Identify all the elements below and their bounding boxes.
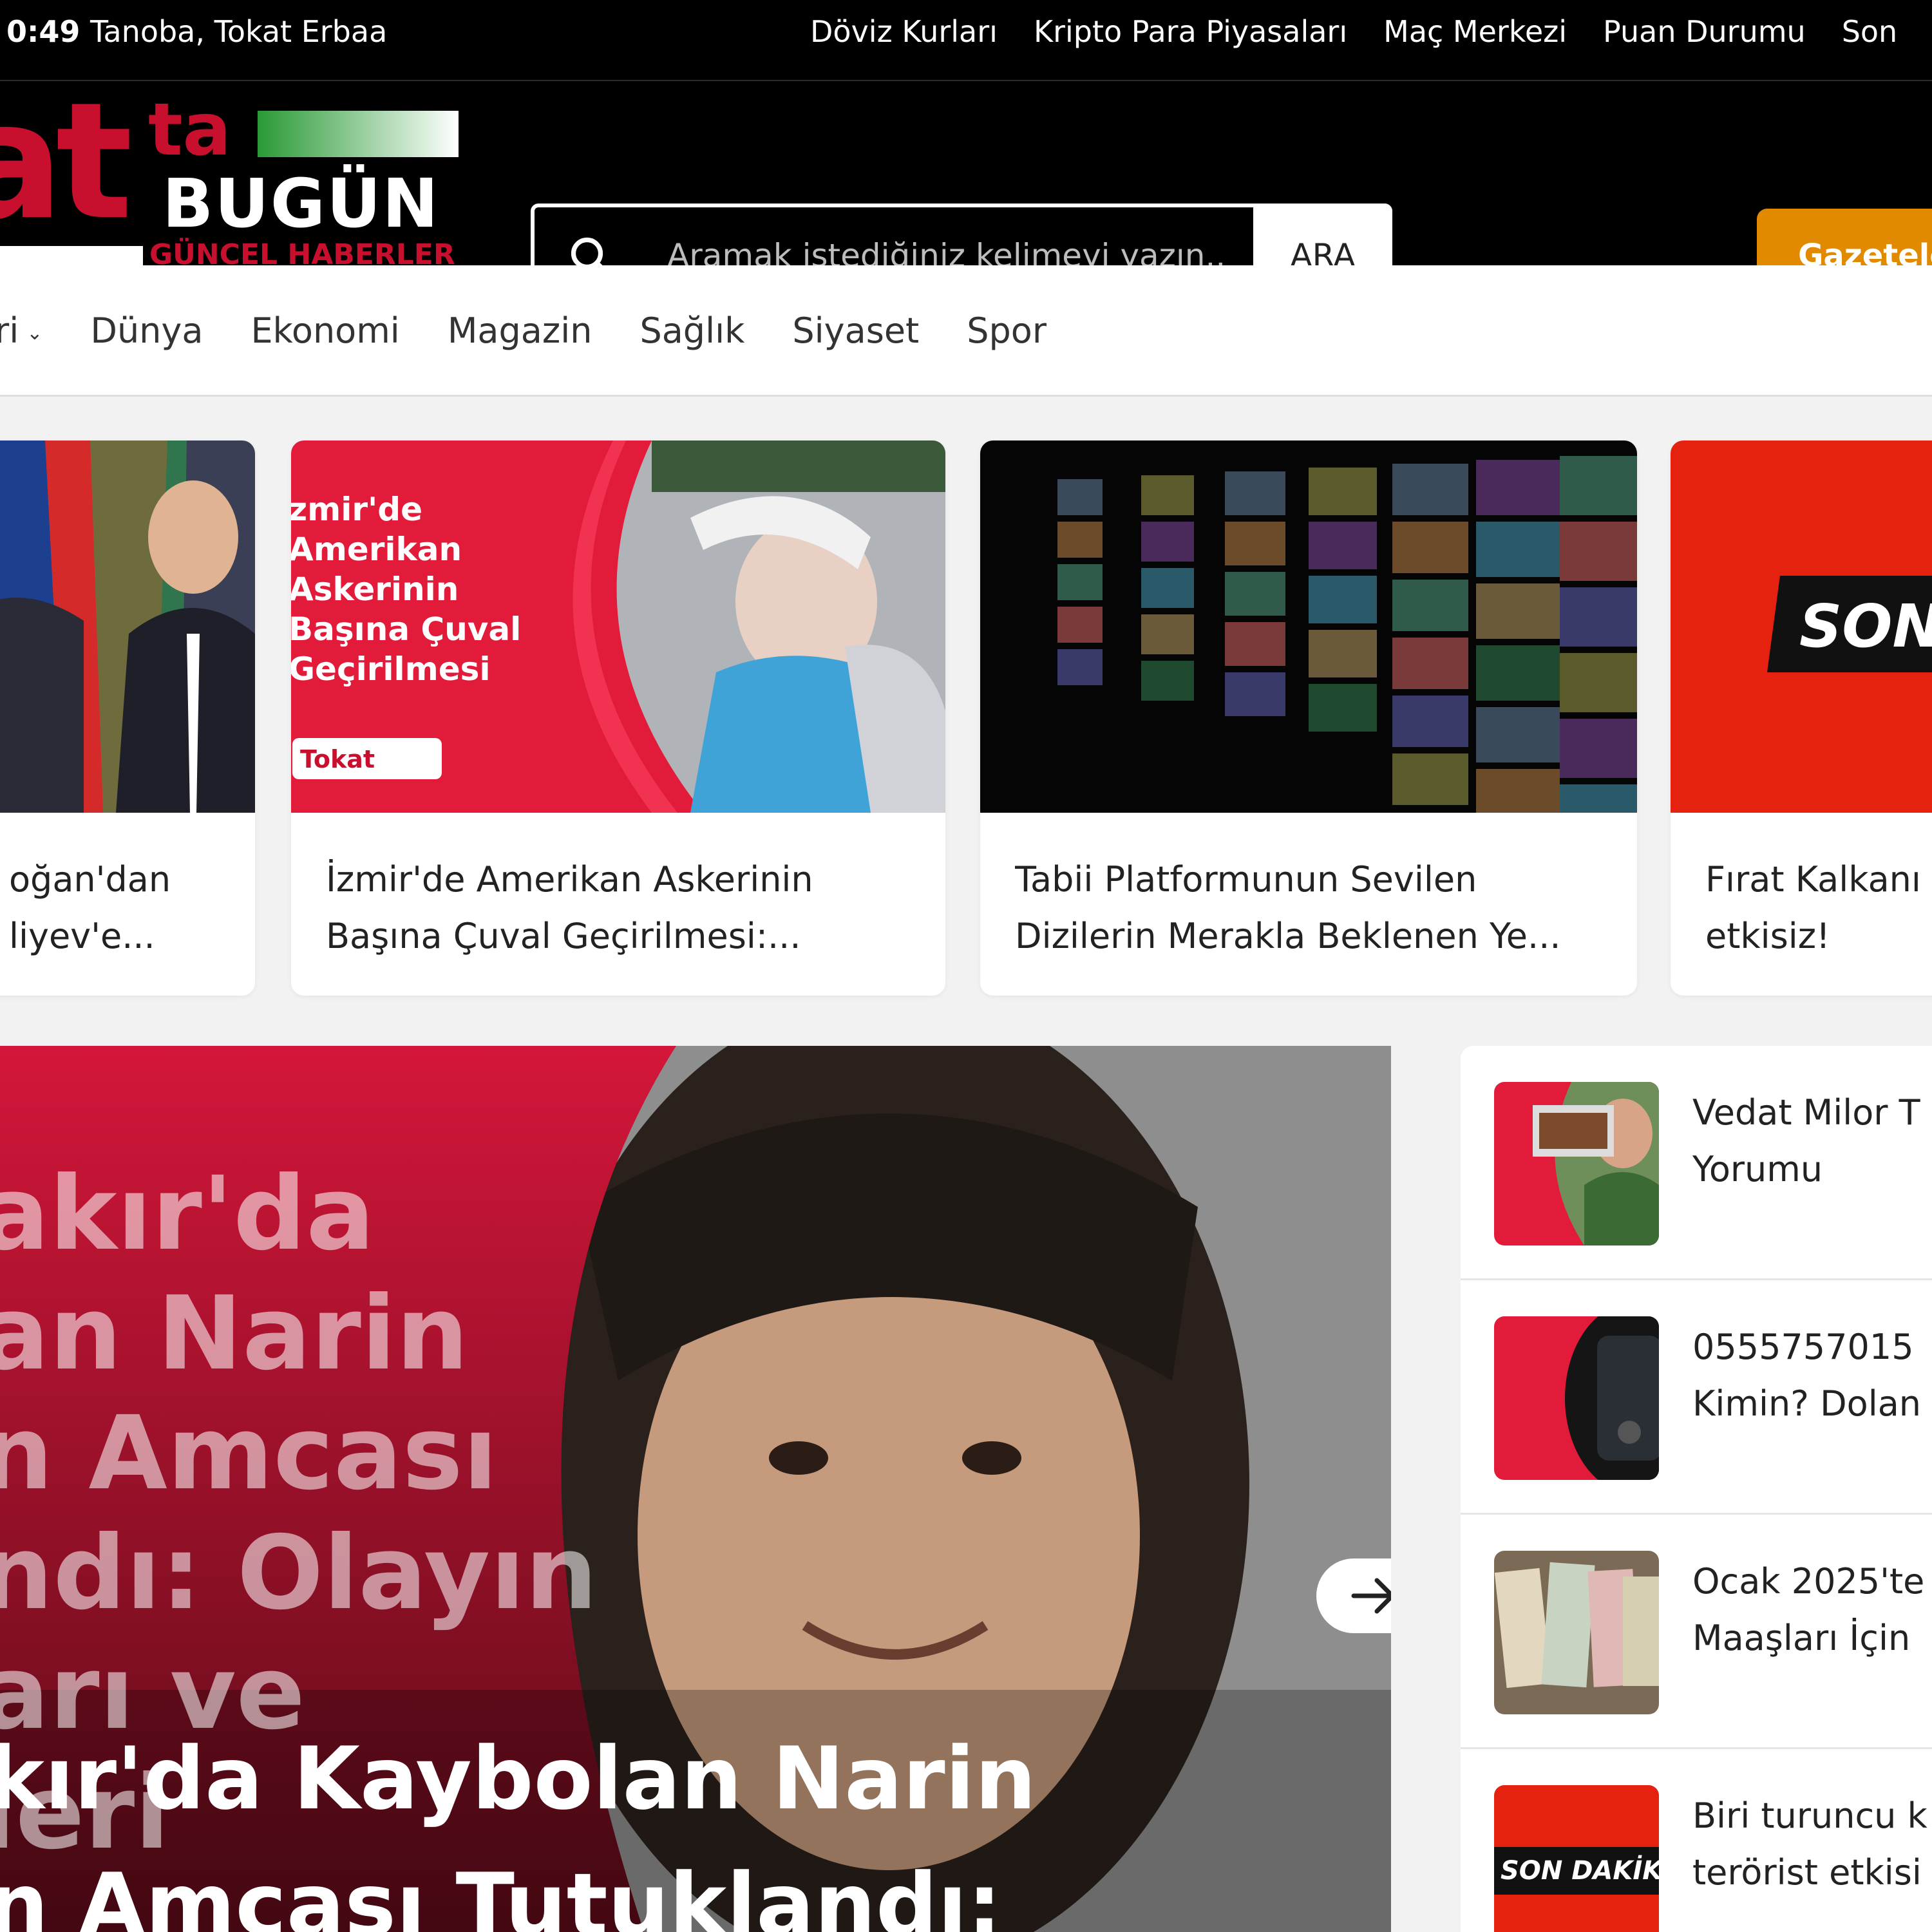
link-doviz-kurlari[interactable]: Döviz Kurları	[810, 14, 998, 49]
poster-tile	[1476, 645, 1560, 701]
card-title[interactable]: Fırat Kalkanı etkisiz!	[1705, 851, 1932, 965]
poster-tile	[1141, 614, 1194, 654]
link-kripto[interactable]: Kripto Para Piyasaları	[1034, 14, 1347, 49]
poster-tile	[1141, 522, 1194, 562]
clock: 0:49	[6, 14, 80, 49]
sidebar-news-list: Vedat Milor T Yorumu 0555757015 Kimin? D…	[1461, 1046, 1932, 1932]
poster-tile	[1560, 784, 1637, 813]
card-image	[0, 440, 255, 813]
list-item[interactable]: Vedat Milor T Yorumu	[1461, 1046, 1932, 1280]
poster-tile	[1225, 622, 1285, 666]
list-item[interactable]: Ocak 2025'te Maaşları İçin	[1461, 1515, 1932, 1749]
list-thumbnail	[1494, 1082, 1659, 1245]
nav-item-ekonomi[interactable]: Ekonomi	[251, 310, 399, 351]
logo-mark: at	[0, 68, 133, 255]
next-slide-button[interactable]	[1316, 1558, 1391, 1633]
poster-tile	[1392, 522, 1468, 573]
top-links: Döviz Kurları Kripto Para Piyasaları Maç…	[810, 14, 1897, 49]
header: at ta BUGÜN GÜNCEL HABERLER Aramak isted…	[0, 81, 1932, 308]
poster-tile	[1225, 672, 1285, 716]
hero-headline[interactable]: kır'da Kaybolan Narin n Amcası Tutukland…	[0, 1716, 1036, 1932]
poster-tile	[1560, 522, 1637, 581]
news-card[interactable]: SON Fırat Kalkanı etkisiz!	[1671, 440, 1932, 996]
poster-tile	[1309, 630, 1377, 677]
card-badge: Tokat	[300, 745, 375, 773]
news-card[interactable]: Tabii Platformunun Sevilen Dizilerin Mer…	[980, 440, 1637, 996]
poster-tile	[1225, 572, 1285, 616]
card-title[interactable]: oğan'dan liyev'e...	[9, 851, 236, 965]
list-thumbnail	[1494, 1316, 1659, 1480]
poster-tile	[1309, 684, 1377, 732]
poster-tile	[1141, 568, 1194, 608]
poster-tile	[1057, 564, 1103, 600]
nav-item-dunya[interactable]: Dünya	[90, 310, 203, 351]
poster-tile	[1476, 583, 1560, 639]
link-son[interactable]: Son	[1842, 14, 1898, 49]
logo-underline	[0, 246, 143, 265]
location[interactable]: Tanoba, Tokat Erbaa	[90, 14, 387, 49]
list-title[interactable]: Biri turuncu k terörist etkisi	[1692, 1788, 1927, 1901]
nav-item-magazin[interactable]: Magazin	[448, 310, 592, 351]
logo-bugun: BUGÜN	[162, 164, 440, 243]
poster-tile	[1560, 653, 1637, 712]
poster-tile	[1309, 576, 1377, 623]
nav-item-label: ri	[0, 310, 19, 351]
card-overlay-text: zmir'de Amerikan Askerinin Başına Çuval …	[291, 491, 522, 688]
card-title[interactable]: Tabii Platformunun Sevilen Dizilerin Mer…	[1015, 851, 1618, 965]
main-nav: ri ⌄ Dünya Ekonomi Magazin Sağlık Siyaset…	[0, 265, 1932, 397]
poster-tile	[1476, 522, 1560, 577]
list-thumbnail	[1494, 1551, 1659, 1714]
list-item[interactable]: 0555757015 Kimin? Dolan	[1461, 1280, 1932, 1515]
poster-tile	[1476, 707, 1560, 762]
nav-item-siyaset[interactable]: Siyaset	[792, 310, 919, 351]
poster-tile	[1057, 649, 1103, 685]
hero-slide[interactable]: akır'da an Narin n Amcası ndı: Olayın ar…	[0, 1046, 1391, 1932]
news-card[interactable]: oğan'dan liyev'e...	[0, 440, 255, 996]
nav-item-spor[interactable]: Spor	[967, 310, 1046, 351]
nav-item-more[interactable]: ri ⌄	[0, 310, 43, 351]
poster-tile	[1225, 522, 1285, 565]
poster-tile	[1392, 638, 1468, 689]
card-image: SON	[1671, 440, 1932, 813]
card-badge: SON	[1799, 592, 1932, 661]
poster-tile	[1476, 769, 1560, 813]
list-title[interactable]: Vedat Milor T Yorumu	[1692, 1084, 1920, 1198]
top-bar: 0:49 Tanoba, Tokat Erbaa Döviz Kurları K…	[0, 0, 1932, 81]
logo-gradient-bar	[258, 111, 459, 157]
list-badge: SON DAKİKA	[1501, 1856, 1659, 1886]
poster-tile	[1057, 607, 1103, 643]
link-mac-merkezi[interactable]: Maç Merkezi	[1383, 14, 1567, 49]
poster-tile	[1057, 522, 1103, 558]
news-card[interactable]: Tokat zmir'de Amerikan Askerinin Başına …	[291, 440, 945, 996]
poster-tile	[1309, 468, 1377, 515]
poster-tile	[1392, 580, 1468, 631]
nav-item-saglik[interactable]: Sağlık	[639, 310, 744, 351]
poster-tile	[1560, 456, 1637, 515]
chevron-down-icon: ⌄	[26, 321, 43, 345]
list-item[interactable]: SON DAKİKA Biri turuncu k terörist etkis…	[1461, 1749, 1932, 1932]
list-title[interactable]: Ocak 2025'te Maaşları İçin	[1692, 1553, 1924, 1667]
link-puan-durumu[interactable]: Puan Durumu	[1603, 14, 1806, 49]
card-title[interactable]: İzmir'de Amerikan Askerinin Başına Çuval…	[326, 851, 926, 965]
poster-tile	[1476, 460, 1560, 515]
poster-tile	[1309, 522, 1377, 569]
list-title[interactable]: 0555757015 Kimin? Dolan	[1692, 1319, 1921, 1432]
poster-tile	[1560, 587, 1637, 647]
poster-tile	[1141, 661, 1194, 701]
poster-tile	[1392, 464, 1468, 515]
logo-ta: ta	[148, 88, 232, 172]
site-logo[interactable]: at ta BUGÜN GÜNCEL HABERLER	[0, 81, 464, 269]
poster-tile	[1225, 471, 1285, 515]
arrow-right-icon	[1351, 1578, 1391, 1614]
poster-tile	[1392, 753, 1468, 805]
card-image	[980, 440, 1637, 813]
poster-tile	[1141, 475, 1194, 515]
poster-tile	[1057, 479, 1103, 515]
list-thumbnail: SON DAKİKA	[1494, 1785, 1659, 1932]
poster-tile	[1560, 719, 1637, 778]
card-image: Tokat zmir'de Amerikan Askerinin Başına …	[291, 440, 945, 813]
poster-tile	[1392, 696, 1468, 747]
